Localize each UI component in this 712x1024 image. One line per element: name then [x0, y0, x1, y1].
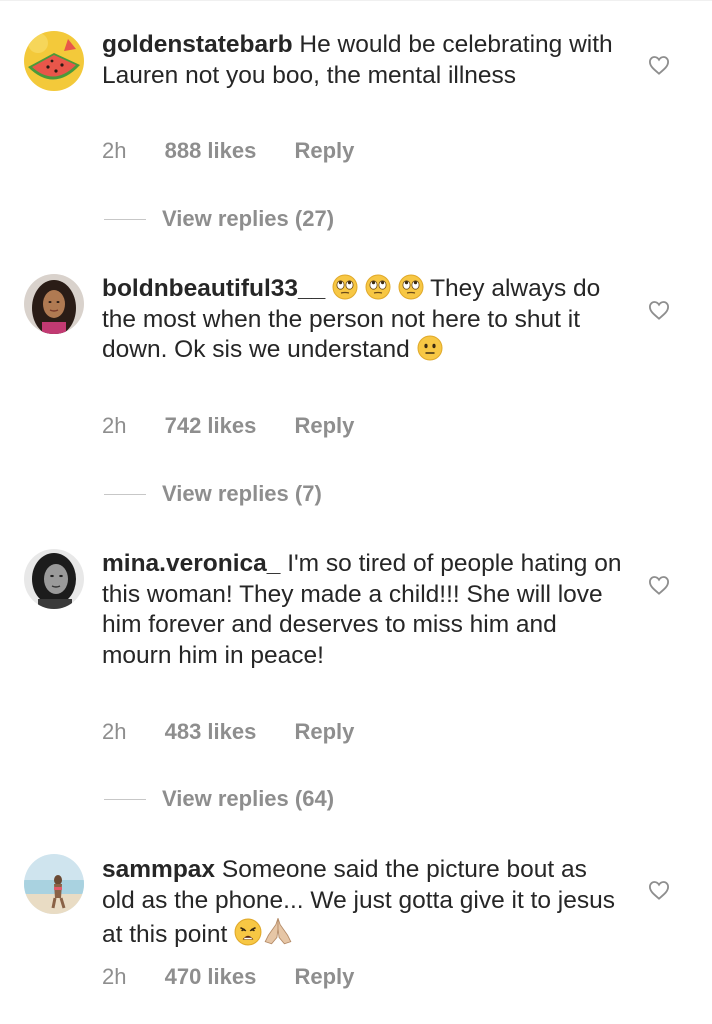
comment-text: goldenstatebarb He would be celebrating …	[102, 30, 622, 91]
avatar[interactable]	[24, 31, 84, 91]
replies-divider	[104, 218, 146, 220]
reply-button[interactable]: Reply	[294, 138, 354, 164]
comment-username[interactable]: sammpax	[102, 856, 215, 883]
reply-button[interactable]: Reply	[294, 413, 354, 439]
reply-button[interactable]: Reply	[294, 964, 354, 990]
comment-likes[interactable]: 742 likes	[165, 413, 257, 439]
comment-username[interactable]: mina.veronica_	[102, 550, 280, 577]
comment-likes[interactable]: 470 likes	[165, 964, 257, 990]
comment-text: boldnbeautiful33__ They always do the mo…	[102, 274, 622, 366]
view-replies-button[interactable]: View replies (7)	[104, 481, 322, 507]
eye-roll-emoji	[398, 274, 424, 300]
comment-username[interactable]: boldnbeautiful33__	[102, 275, 325, 302]
woman-portrait-avatar-icon	[24, 274, 84, 334]
replies-divider	[104, 493, 146, 495]
bw-portrait-avatar-icon	[24, 549, 84, 609]
comment-time: 2h	[102, 964, 127, 989]
eye-roll-emoji	[332, 274, 358, 300]
heart-outline-icon[interactable]	[648, 300, 670, 320]
comment-time: 2h	[102, 719, 127, 744]
comment-time: 2h	[102, 413, 127, 438]
heart-outline-icon[interactable]	[648, 55, 670, 75]
weary-face-emoji	[234, 918, 262, 946]
comment-meta: 2h 742 likes Reply	[102, 413, 354, 439]
comment-body-spacer	[325, 275, 332, 302]
view-replies-button[interactable]: View replies (64)	[104, 786, 334, 812]
comment-text: sammpax Someone said the picture bout as…	[102, 855, 622, 951]
comment-meta: 2h 888 likes Reply	[102, 138, 354, 164]
comment-likes[interactable]: 888 likes	[165, 138, 257, 164]
view-replies-label: View replies (7)	[162, 481, 322, 506]
reply-button[interactable]: Reply	[294, 719, 354, 745]
comment-meta: 2h 483 likes Reply	[102, 719, 354, 745]
praying-hands-emoji	[264, 918, 292, 945]
avatar[interactable]	[24, 854, 84, 914]
eye-roll-emoji	[365, 274, 391, 300]
top-divider	[0, 0, 712, 1]
heart-outline-icon[interactable]	[648, 575, 670, 595]
view-replies-button[interactable]: View replies (27)	[104, 206, 334, 232]
comment-time: 2h	[102, 138, 127, 163]
comment-meta: 2h 470 likes Reply	[102, 964, 354, 990]
neutral-face-emoji	[417, 335, 443, 361]
view-replies-label: View replies (27)	[162, 206, 335, 231]
comment-likes[interactable]: 483 likes	[165, 719, 257, 745]
heart-outline-icon[interactable]	[648, 880, 670, 900]
comment-username[interactable]: goldenstatebarb	[102, 31, 293, 58]
comment-text: mina.veronica_ I'm so tired of people ha…	[102, 549, 622, 671]
beach-avatar-icon	[24, 854, 84, 914]
replies-divider	[104, 798, 146, 800]
avatar[interactable]	[24, 549, 84, 609]
avatar[interactable]	[24, 274, 84, 334]
view-replies-label: View replies (64)	[162, 786, 335, 811]
watermelon-avatar-icon	[24, 31, 84, 91]
